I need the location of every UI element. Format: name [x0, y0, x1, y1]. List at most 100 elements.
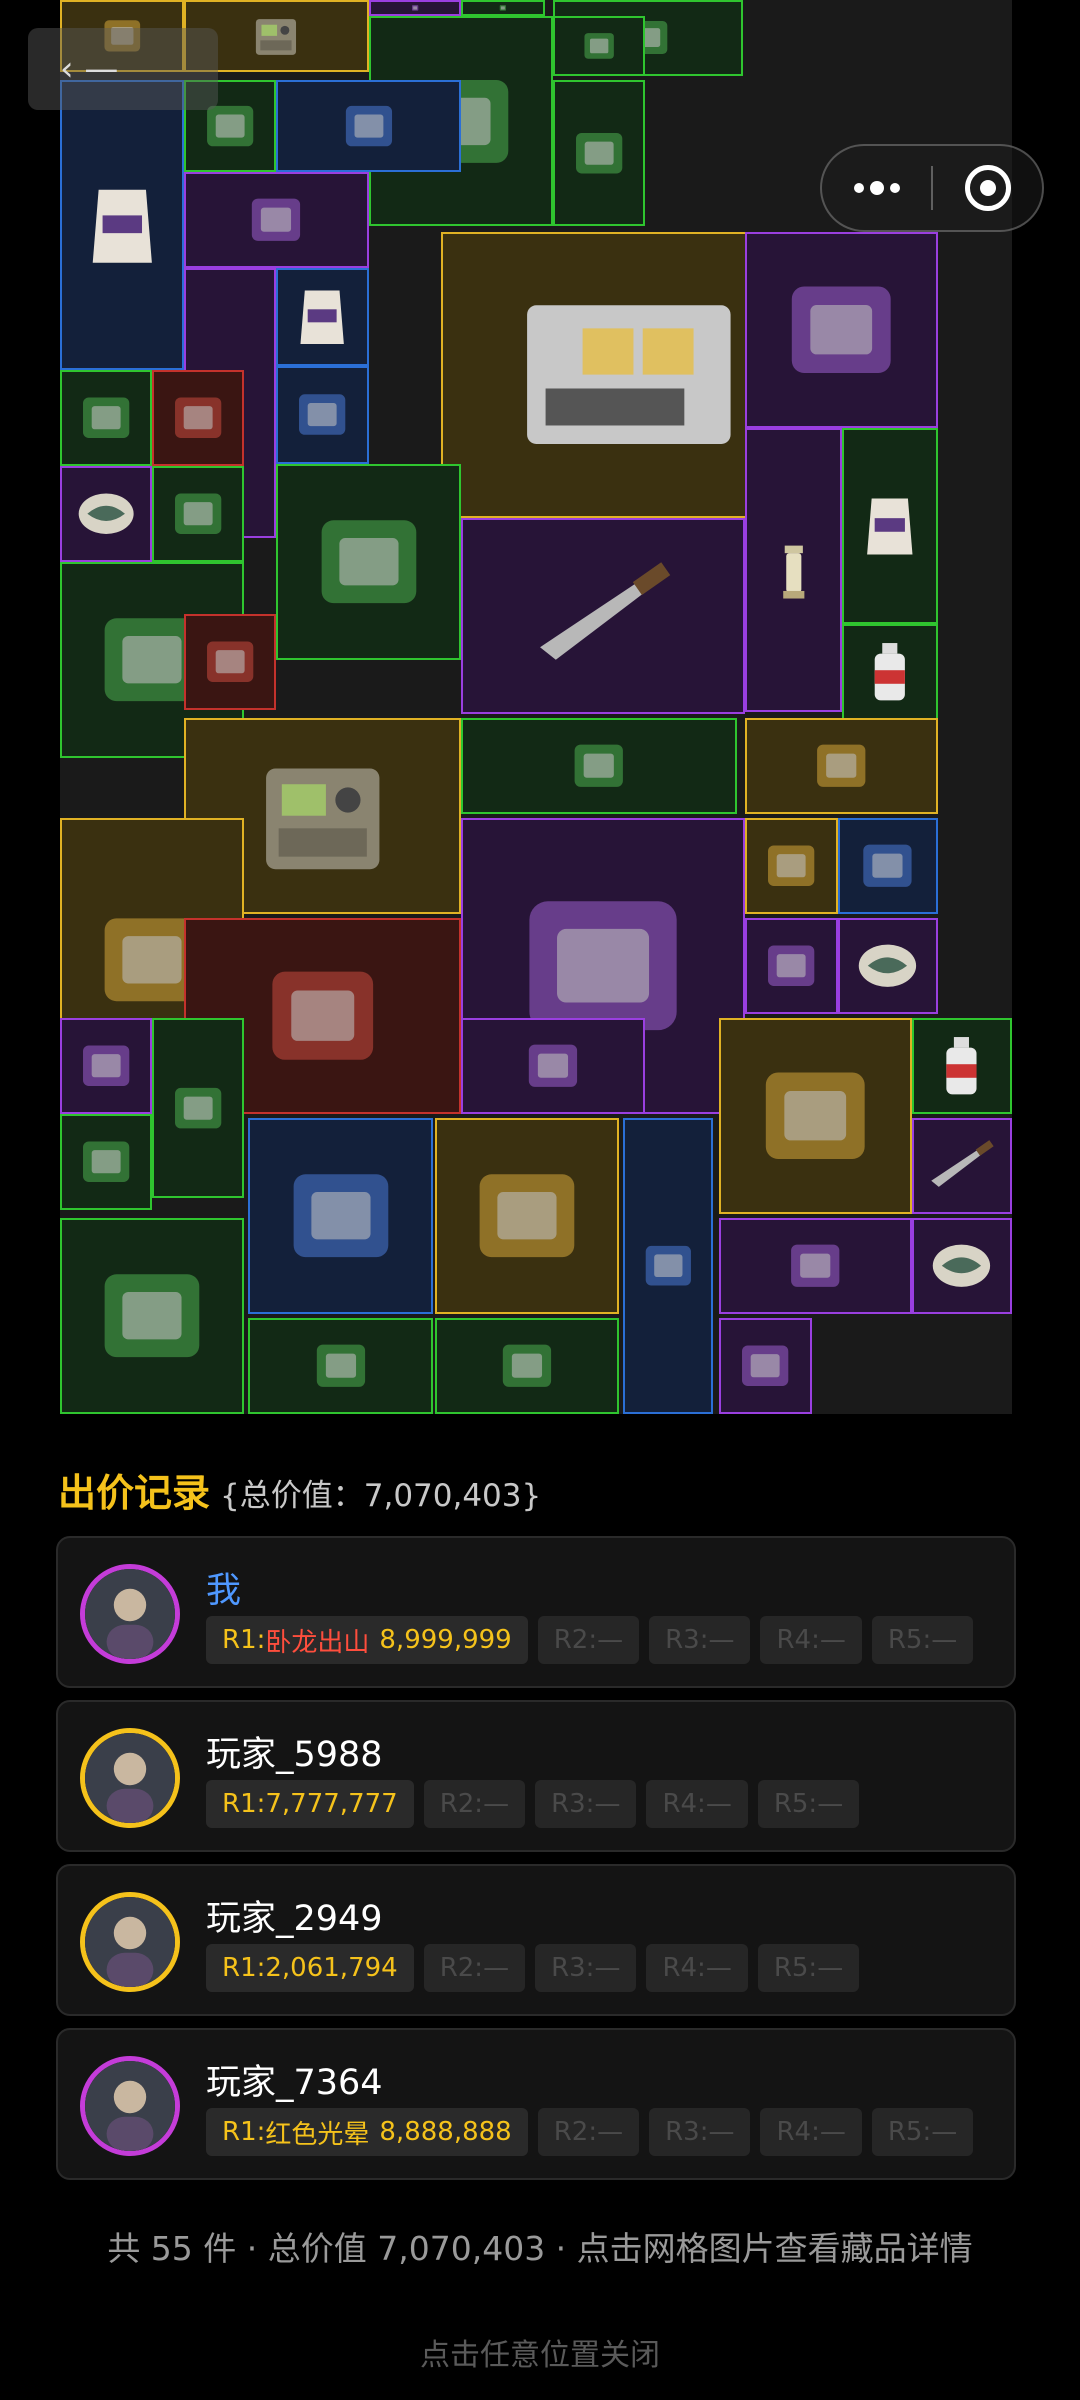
grid-item-thermometer[interactable]: [837, 818, 938, 914]
round-chip-empty: R5:—: [871, 1616, 974, 1664]
round-chip-empty: R3:—: [535, 1944, 637, 1992]
grid-item-power-supply[interactable]: [276, 464, 461, 660]
grid-item-old-map[interactable]: [248, 1318, 433, 1414]
player-name: 玩家_5988: [206, 1735, 383, 1775]
round-chip-empty: R3:—: [649, 2108, 751, 2156]
grid-item-compass[interactable]: [184, 614, 277, 710]
grid-item-egg-ornament[interactable]: [60, 466, 153, 562]
psu-icon: [278, 466, 458, 658]
grid-item-gold-medal[interactable]: [745, 818, 838, 914]
grid-item-pliers[interactable]: [553, 80, 646, 226]
tin-icon: [154, 372, 242, 464]
grid-item-glue-bottle[interactable]: [911, 1018, 1012, 1114]
grid-item-headset[interactable]: [434, 1118, 620, 1314]
close-hint[interactable]: 点击任意位置关闭: [0, 2330, 1080, 2374]
player-name: 玩家_7364: [206, 2063, 383, 2103]
grid-item-water-bottle[interactable]: [841, 624, 938, 720]
player-name: 玩家_2949: [206, 1899, 383, 1939]
grid-item-voice-recorder[interactable]: [623, 1118, 714, 1414]
round-chip-r1: R1: 7,777,777: [206, 1780, 414, 1828]
avatar-icon: [85, 1733, 175, 1823]
lantern-icon: [747, 430, 839, 710]
bid-card[interactable]: 我 R1: 卧龙出山 8,999,999 R2:— R3:— R4:— R5:—: [56, 1536, 1016, 1688]
bid-total: {总价值：7,070,403}: [220, 1478, 542, 1514]
strip-icon: [62, 1116, 150, 1208]
grid-item-ring[interactable]: [60, 1018, 153, 1114]
grid-item-combat-knife[interactable]: [460, 518, 746, 714]
bid-value: 8,999,999: [379, 1625, 512, 1655]
round-chip-r1: R1: 红色光晕 8,888,888: [206, 2108, 528, 2156]
avatar-icon: [85, 1569, 175, 1659]
grid-item-egg-ornament-3[interactable]: [911, 1218, 1012, 1314]
grid-item-power-strip[interactable]: [60, 1114, 153, 1210]
grid-item-small-item[interactable]: [368, 0, 461, 16]
ssd-icon: [463, 1020, 643, 1112]
grid-item-ration[interactable]: [60, 370, 153, 466]
bag-icon: [844, 430, 936, 622]
grid-item-snack-bag[interactable]: [276, 268, 369, 366]
grid-item-ssd-pack-2[interactable]: [719, 1218, 912, 1314]
grid-item-teacup[interactable]: [745, 918, 838, 1014]
round-chip-empty: R5:—: [871, 2108, 974, 2156]
round-chip-empty: R2:—: [423, 1780, 526, 1828]
grid-item-paint-can[interactable]: [248, 1118, 433, 1314]
pen-icon: [721, 1320, 809, 1412]
grid-item-cola-can[interactable]: [276, 366, 369, 464]
grid-item-keyboard[interactable]: [434, 1318, 620, 1414]
grid-item-cement-bag[interactable]: [60, 80, 185, 370]
avatar: [80, 1728, 180, 1828]
bag-icon: [62, 82, 182, 368]
bid-card[interactable]: 玩家_2949 R1: 2,061,794 R2:— R3:— R4:— R5:—: [56, 1864, 1016, 2016]
headset-icon: [437, 1120, 617, 1312]
grid-item-ammo-mag[interactable]: [184, 172, 369, 268]
box-icon: [463, 2, 543, 14]
round-chip-empty: R2:—: [423, 1944, 526, 1992]
grid-item-djembe[interactable]: [152, 1018, 245, 1198]
bottle-icon: [914, 1020, 1010, 1112]
grid-item-coffee-bag[interactable]: [841, 428, 938, 624]
grid-item-hacksaw[interactable]: [460, 718, 738, 814]
grid-item-egg-ornament-2[interactable]: [837, 918, 938, 1014]
syringe-icon: [154, 468, 242, 560]
round-chip-empty: R2:—: [537, 2108, 640, 2156]
avatar-icon: [85, 2061, 175, 2151]
egg-icon: [62, 468, 150, 560]
round-prefix: R1:: [222, 1789, 266, 1819]
back-arrow-icon: ‹ —: [60, 49, 119, 89]
bid-value: 8,888,888: [379, 2117, 512, 2147]
close-capsule-button[interactable]: [933, 146, 1042, 230]
mini-program-capsule: [820, 144, 1044, 232]
grid-item-dagger[interactable]: [911, 1118, 1012, 1214]
compass-icon: [186, 616, 274, 708]
jar-icon: [62, 1220, 242, 1412]
grid-item-syringe[interactable]: [152, 466, 245, 562]
bid-card[interactable]: 玩家_7364 R1: 红色光晕 8,888,888 R2:— R3:— R4:— R5:—: [56, 2028, 1016, 2180]
box-icon: [186, 174, 366, 266]
round-chip-empty: R3:—: [649, 1616, 751, 1664]
grid-item-spice-rack-2[interactable]: [60, 1218, 245, 1414]
tool-icon: [555, 82, 643, 224]
grid-item-laurel-crown[interactable]: [745, 718, 938, 814]
grid-item-ssd-pack[interactable]: [460, 1018, 646, 1114]
grid-item-fountain-pen[interactable]: [719, 1318, 812, 1414]
grid-item-lantern-2[interactable]: [745, 428, 842, 712]
bag-icon: [278, 270, 366, 364]
saw-icon: [463, 720, 736, 812]
egg-icon: [840, 920, 936, 1012]
back-button[interactable]: ‹ —: [28, 28, 218, 110]
round-prefix: R1:: [222, 1953, 266, 1983]
grid-item-honeycomb-panel[interactable]: [276, 80, 461, 172]
round-chips: R1: 卧龙出山 8,999,999 R2:— R3:— R4:— R5:—: [206, 1616, 974, 1664]
grid-item-caviar-tin[interactable]: [152, 370, 245, 466]
more-button[interactable]: [822, 146, 931, 230]
round-chip-empty: R4:—: [760, 1616, 862, 1664]
footer-info: 共 55 件 · 总价值 7,070,403 · 点击网格图片查看藏品详情: [107, 2229, 973, 2268]
thermo-icon: [840, 820, 936, 912]
grid-item-hemostat[interactable]: [553, 16, 646, 76]
bid-card[interactable]: 玩家_5988 R1: 7,777,777 R2:— R3:— R4:— R5:—: [56, 1700, 1016, 1852]
grid-item-jerry-can[interactable]: [719, 1018, 912, 1214]
grid-item-small-item-2[interactable]: [460, 0, 545, 16]
avatar: [80, 2056, 180, 2156]
keyboard-icon: [437, 1320, 617, 1412]
grid-item-centrifuge[interactable]: [745, 232, 938, 428]
